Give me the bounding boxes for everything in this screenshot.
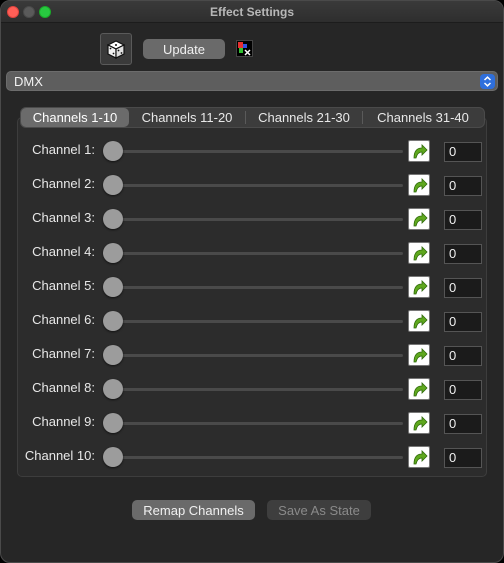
channel-curve-button[interactable]: [408, 344, 430, 366]
channel-value-field[interactable]: 0: [444, 244, 482, 264]
channel-row: Channel 4: 0: [1, 240, 503, 264]
green-curved-arrow-icon: [413, 212, 428, 227]
channel-label: Channel 7:: [32, 346, 95, 361]
channel-label: Channel 1:: [32, 142, 95, 157]
green-curved-arrow-icon: [413, 348, 428, 363]
green-curved-arrow-icon: [413, 314, 428, 329]
channel-slider-track[interactable]: [113, 252, 403, 255]
chevron-up-down-icon: [480, 74, 495, 89]
channel-tabs: Channels 1-10 Channels 11-20 Channels 21…: [20, 107, 485, 128]
channel-slider-track[interactable]: [113, 422, 403, 425]
channel-slider-knob[interactable]: [103, 243, 123, 263]
channel-curve-button[interactable]: [408, 276, 430, 298]
channel-slider-knob[interactable]: [103, 141, 123, 161]
channel-curve-button[interactable]: [408, 242, 430, 264]
update-button[interactable]: Update: [143, 39, 225, 59]
channel-row: Channel 8: 0: [1, 376, 503, 400]
channel-curve-button[interactable]: [408, 310, 430, 332]
effect-settings-window: Effect Settings Update DMX Channels 1-10…: [0, 0, 504, 563]
channel-slider-knob[interactable]: [103, 379, 123, 399]
channel-curve-button[interactable]: [408, 140, 430, 162]
channel-value-field[interactable]: 0: [444, 142, 482, 162]
channel-value-field[interactable]: 0: [444, 176, 482, 196]
channel-value-field[interactable]: 0: [444, 448, 482, 468]
save-as-state-button[interactable]: Save As State: [267, 500, 371, 520]
effect-type-value: DMX: [14, 74, 43, 89]
channel-row: Channel 5: 0: [1, 274, 503, 298]
channel-slider-knob[interactable]: [103, 345, 123, 365]
channel-slider-track[interactable]: [113, 354, 403, 357]
fx-icon[interactable]: [236, 40, 253, 57]
green-curved-arrow-icon: [413, 144, 428, 159]
channel-slider-track[interactable]: [113, 456, 403, 459]
channel-label: Channel 8:: [32, 380, 95, 395]
channel-row: Channel 1: 0: [1, 138, 503, 162]
channel-value-field[interactable]: 0: [444, 346, 482, 366]
tab-channels-31-40[interactable]: Channels 31-40: [363, 108, 483, 127]
channel-label: Channel 5:: [32, 278, 95, 293]
channel-curve-button[interactable]: [408, 208, 430, 230]
green-curved-arrow-icon: [413, 280, 428, 295]
channel-label: Channel 4:: [32, 244, 95, 259]
channel-label: Channel 6:: [32, 312, 95, 327]
window-title: Effect Settings: [209, 5, 294, 19]
channel-row: Channel 2: 0: [1, 172, 503, 196]
tab-channels-21-30[interactable]: Channels 21-30: [246, 108, 362, 127]
randomize-button[interactable]: [100, 33, 132, 65]
channel-label: Channel 3:: [32, 210, 95, 225]
channel-value-field[interactable]: 0: [444, 414, 482, 434]
green-curved-arrow-icon: [413, 382, 428, 397]
channel-slider-track[interactable]: [113, 150, 403, 153]
channel-slider-knob[interactable]: [103, 277, 123, 297]
channel-curve-button[interactable]: [408, 412, 430, 434]
channel-row: Channel 7: 0: [1, 342, 503, 366]
title-bar[interactable]: Effect Settings: [1, 1, 503, 23]
channel-slider-knob[interactable]: [103, 175, 123, 195]
channel-slider-track[interactable]: [113, 184, 403, 187]
tab-channels-1-10[interactable]: Channels 1-10: [21, 108, 129, 127]
channel-slider-knob[interactable]: [103, 447, 123, 467]
channel-row: Channel 6: 0: [1, 308, 503, 332]
channel-slider-knob[interactable]: [103, 311, 123, 331]
channel-slider-knob[interactable]: [103, 209, 123, 229]
green-curved-arrow-icon: [413, 450, 428, 465]
channel-label: Channel 10:: [24, 448, 95, 463]
channel-label: Channel 2:: [32, 176, 95, 191]
channel-slider-track[interactable]: [113, 320, 403, 323]
green-curved-arrow-icon: [413, 246, 428, 261]
remap-channels-button[interactable]: Remap Channels: [132, 500, 255, 520]
channel-value-field[interactable]: 0: [444, 312, 482, 332]
channel-label: Channel 9:: [32, 414, 95, 429]
channel-value-field[interactable]: 0: [444, 210, 482, 230]
channel-value-field[interactable]: 0: [444, 278, 482, 298]
channel-curve-button[interactable]: [408, 446, 430, 468]
channel-row: Channel 3: 0: [1, 206, 503, 230]
channel-curve-button[interactable]: [408, 378, 430, 400]
green-curved-arrow-icon: [413, 416, 428, 431]
dice-icon: [106, 40, 126, 59]
channel-value-field[interactable]: 0: [444, 380, 482, 400]
channel-slider-knob[interactable]: [103, 413, 123, 433]
green-curved-arrow-icon: [413, 178, 428, 193]
channel-slider-track[interactable]: [113, 218, 403, 221]
channel-slider-track[interactable]: [113, 286, 403, 289]
channel-curve-button[interactable]: [408, 174, 430, 196]
channel-row: Channel 9: 0: [1, 410, 503, 434]
effect-type-select[interactable]: DMX: [6, 71, 498, 91]
channel-row: Channel 10: 0: [1, 444, 503, 468]
tab-channels-11-20[interactable]: Channels 11-20: [129, 108, 245, 127]
channel-slider-track[interactable]: [113, 388, 403, 391]
